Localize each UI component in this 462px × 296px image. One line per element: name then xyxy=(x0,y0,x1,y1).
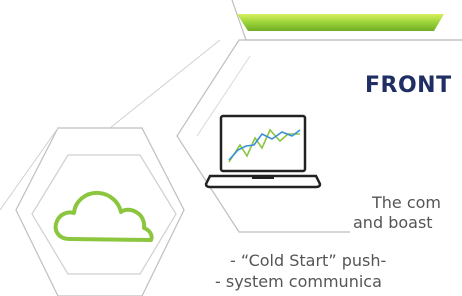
description-line-1: The com xyxy=(372,193,442,212)
laptop-chart-icon xyxy=(204,114,322,189)
left-decor-line xyxy=(0,127,59,211)
left-hexagon-outline xyxy=(15,127,185,296)
feature-item: - “Cold Start” push- xyxy=(230,251,387,270)
feature-item: - system communica xyxy=(215,272,382,291)
left-decor-line-2 xyxy=(109,39,221,129)
cloud-hexagon-outline xyxy=(31,154,177,275)
cloud-icon xyxy=(53,190,154,242)
slide-canvas: FRONT The com and boast - “Cold Start” p… xyxy=(0,0,462,296)
green-accent-bar xyxy=(237,14,444,31)
description-line-2: and boast xyxy=(353,213,433,232)
section-heading: FRONT xyxy=(365,73,452,98)
